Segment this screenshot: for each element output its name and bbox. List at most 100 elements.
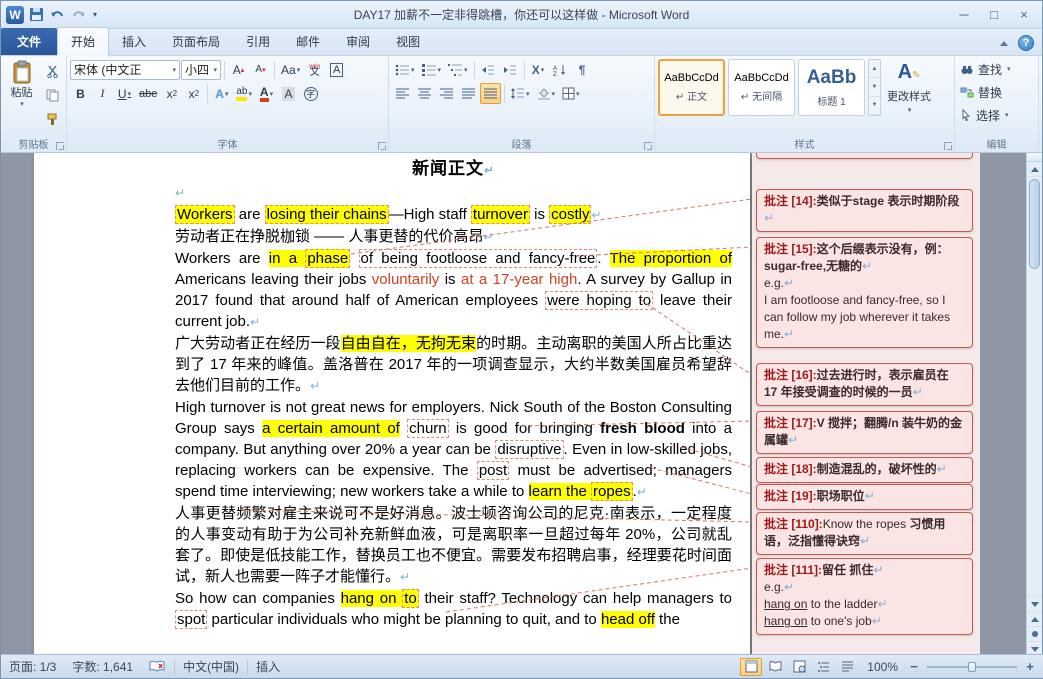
- paragraph[interactable]: 广大劳动者正在经历一段自由自在，无拘无束的时期。主动离职的美国人所占比重达到了 …: [175, 333, 732, 397]
- paste-button[interactable]: 粘贴▾: [4, 59, 39, 130]
- save-button[interactable]: [27, 6, 45, 24]
- minimize-button[interactable]: ─: [950, 5, 978, 24]
- line-spacing-button[interactable]: ▾: [508, 83, 533, 104]
- change-case-button[interactable]: Aa▾: [278, 59, 303, 80]
- spell-check-status[interactable]: [141, 655, 174, 678]
- comment-balloon[interactable]: [756, 153, 973, 159]
- tab-review[interactable]: 审阅: [333, 28, 383, 55]
- vertical-scrollbar[interactable]: [1026, 153, 1042, 656]
- document-page[interactable]: 新闻正文↵↵Workers are losing their chains—Hi…: [34, 153, 750, 656]
- select-button[interactable]: 选择▾: [958, 105, 1035, 125]
- undo-button[interactable]: [48, 6, 66, 24]
- phonetic-guide-button[interactable]: wén文: [304, 59, 325, 80]
- paragraph[interactable]: ↵: [175, 182, 732, 204]
- comment-balloon[interactable]: 批注 [111]:留任 抓住↵e.g.↵hang on to the ladde…: [756, 558, 973, 635]
- draft-view-button[interactable]: [836, 658, 858, 676]
- paragraph[interactable]: 人事更替频繁对雇主来说可不是好消息。波士顿咨询公司的尼克·南表示，一定程度的人事…: [175, 503, 732, 588]
- page-indicator[interactable]: 页面: 1/3: [1, 655, 64, 678]
- shading-button[interactable]: ▾: [534, 83, 559, 104]
- sort-button[interactable]: AZ: [550, 59, 571, 80]
- align-left-button[interactable]: [392, 83, 413, 104]
- multilevel-list-button[interactable]: ▾: [445, 59, 471, 80]
- font-size-select[interactable]: 小四▾: [181, 60, 221, 80]
- split-handle[interactable]: [1027, 153, 1042, 162]
- numbering-button[interactable]: ▾: [419, 59, 445, 80]
- style-card-1[interactable]: AaBbCcDd↵ 无间隔: [728, 59, 795, 116]
- justify-button[interactable]: [458, 83, 479, 104]
- close-button[interactable]: ×: [1010, 5, 1038, 24]
- asian-layout-button[interactable]: X▾: [528, 59, 549, 80]
- character-border-button[interactable]: A: [326, 59, 347, 80]
- tab-file[interactable]: 文件: [1, 28, 57, 55]
- character-shading-button[interactable]: A: [278, 83, 299, 104]
- comment-balloon[interactable]: 批注 [17]:V 搅拌；翻腾/n 装牛奶的金属罐↵: [756, 411, 973, 454]
- borders-button[interactable]: ▾: [559, 83, 583, 104]
- subscript-button[interactable]: x2: [161, 83, 182, 104]
- tab-insert[interactable]: 插入: [109, 28, 159, 55]
- tab-mailings[interactable]: 邮件: [283, 28, 333, 55]
- font-dialog-launcher[interactable]: [378, 142, 386, 150]
- document-title[interactable]: 新闻正文↵: [175, 157, 732, 182]
- paragraph[interactable]: High turnover is not great news for empl…: [175, 397, 732, 503]
- style-card-0[interactable]: AaBbCcDd↵ 正文: [658, 59, 725, 116]
- scroll-down-button[interactable]: [1027, 596, 1042, 611]
- text-effects-button[interactable]: A▾: [211, 83, 232, 104]
- align-center-button[interactable]: [414, 83, 435, 104]
- full-screen-view-button[interactable]: [764, 658, 786, 676]
- tab-page-layout[interactable]: 页面布局: [159, 28, 233, 55]
- clipboard-dialog-launcher[interactable]: [56, 142, 64, 150]
- text-highlight-button[interactable]: ab▾: [233, 83, 255, 104]
- scrollbar-thumb[interactable]: [1029, 179, 1040, 269]
- paragraph[interactable]: So how can companies hang on to their st…: [175, 588, 732, 630]
- cut-button[interactable]: [42, 61, 63, 82]
- underline-button[interactable]: U▾: [114, 83, 135, 104]
- paragraph[interactable]: Workers are losing their chains—High sta…: [175, 204, 732, 226]
- word-count[interactable]: 字数: 1,641: [64, 655, 141, 678]
- copy-button[interactable]: [42, 85, 63, 106]
- comment-balloon[interactable]: 批注 [15]:这个后缀表示没有，例：sugar-free,无糖的↵e.g.↵I…: [756, 237, 973, 348]
- scrollbar-track[interactable]: [1027, 271, 1042, 596]
- paragraph[interactable]: Workers are in a phase of being footloos…: [175, 248, 732, 333]
- comment-balloon[interactable]: 批注 [14]:类似于stage 表示时期阶段↵: [756, 189, 973, 232]
- distribute-button[interactable]: [480, 83, 501, 104]
- zoom-in-button[interactable]: +: [1022, 659, 1038, 675]
- bold-button[interactable]: B: [70, 83, 91, 104]
- select-browse-object-button[interactable]: [1027, 626, 1042, 641]
- shrink-font-button[interactable]: A▾: [250, 59, 271, 80]
- help-icon[interactable]: ?: [1018, 35, 1034, 51]
- change-styles-button[interactable]: A✎ 更改样式 ▾: [884, 62, 934, 114]
- strikethrough-button[interactable]: abe: [136, 83, 160, 104]
- comment-balloon[interactable]: 批注 [110]:Know the ropes 习惯用语，泛指懂得诀窍↵: [756, 512, 973, 555]
- tab-references[interactable]: 引用: [233, 28, 283, 55]
- align-right-button[interactable]: [436, 83, 457, 104]
- italic-button[interactable]: I: [92, 83, 113, 104]
- zoom-slider-thumb[interactable]: [968, 662, 976, 672]
- tab-home[interactable]: 开始: [57, 27, 109, 56]
- enclose-characters-button[interactable]: 字: [300, 83, 321, 104]
- replace-button[interactable]: 替换: [958, 82, 1035, 102]
- zoom-out-button[interactable]: −: [906, 659, 922, 675]
- comment-balloon[interactable]: 批注 [19]:职场职位↵: [756, 484, 973, 510]
- font-name-select[interactable]: 宋体 (中文正▾: [70, 60, 180, 80]
- outline-view-button[interactable]: [812, 658, 834, 676]
- decrease-indent-button[interactable]: [478, 59, 499, 80]
- comment-balloon[interactable]: 批注 [18]:制造混乱的，破坏性的↵: [756, 457, 973, 483]
- format-painter-button[interactable]: [42, 109, 63, 130]
- qat-customize-button[interactable]: ▾: [90, 6, 100, 24]
- comment-balloon[interactable]: 批注 [16]:过去进行时，表示雇员在 17 年接受调查的时候的一员↵: [756, 363, 973, 406]
- word-logo-icon[interactable]: W: [6, 6, 24, 24]
- maximize-button[interactable]: □: [980, 5, 1008, 24]
- superscript-button[interactable]: x2: [183, 83, 204, 104]
- print-layout-view-button[interactable]: [740, 658, 762, 676]
- scroll-up-button[interactable]: [1027, 162, 1042, 177]
- bullets-button[interactable]: ▾: [392, 59, 418, 80]
- styles-gallery-down-icon[interactable]: ▼: [869, 78, 880, 96]
- styles-gallery-scrollbar[interactable]: ▲ ▼ ▼: [868, 59, 881, 116]
- find-button[interactable]: 查找▾: [958, 59, 1035, 79]
- font-color-button[interactable]: A▾: [256, 83, 277, 104]
- show-hide-marks-button[interactable]: ¶: [572, 59, 593, 80]
- styles-dialog-launcher[interactable]: [944, 142, 952, 150]
- page-text[interactable]: 新闻正文↵↵Workers are losing their chains—Hi…: [34, 153, 750, 630]
- zoom-slider[interactable]: [927, 666, 1017, 668]
- styles-gallery-more-icon[interactable]: ▼: [869, 97, 880, 115]
